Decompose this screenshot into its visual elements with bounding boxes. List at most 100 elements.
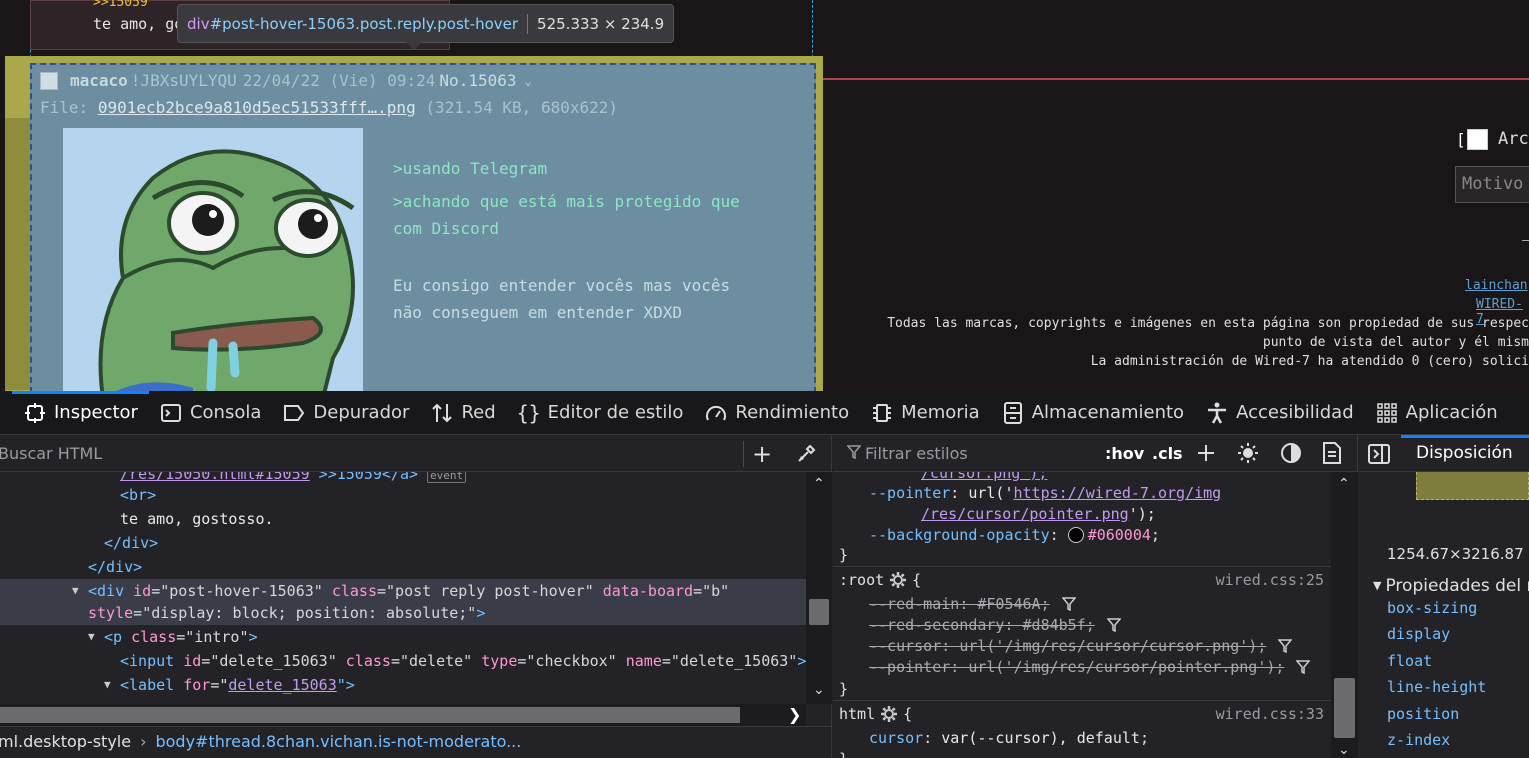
layout-property[interactable]: box-sizing bbox=[1387, 599, 1477, 617]
attr-name: id bbox=[174, 652, 202, 670]
expand-triangle-icon[interactable]: ▼ bbox=[104, 673, 111, 697]
scrollbar-thumb[interactable] bbox=[1334, 678, 1355, 738]
declaration-overridden[interactable]: --pointer: url('/img/res/cursor/pointer.… bbox=[833, 657, 1331, 678]
scroll-right-icon[interactable]: ❯ bbox=[788, 705, 801, 724]
breadcrumb-item[interactable]: ml.desktop-style bbox=[0, 732, 131, 751]
gear-icon[interactable] bbox=[890, 572, 907, 588]
search-html-input[interactable]: Buscar HTML bbox=[0, 444, 102, 463]
tab-accessibility[interactable]: Accesibilidad bbox=[1195, 391, 1365, 435]
markup-line[interactable]: ▼ <p class="intro"> bbox=[0, 625, 806, 649]
tooltip-selector: #post-hover-15063.post.reply.post-hover bbox=[209, 14, 519, 33]
property-name[interactable]: --background-opacity bbox=[869, 526, 1050, 544]
filter-icon[interactable] bbox=[1295, 659, 1312, 675]
filter-icon[interactable] bbox=[1277, 638, 1293, 654]
gear-icon[interactable] bbox=[881, 706, 898, 722]
layout-property[interactable]: line-height bbox=[1387, 678, 1486, 696]
property-name[interactable]: --pointer bbox=[869, 484, 950, 502]
layout-property[interactable]: float bbox=[1387, 652, 1432, 670]
attr-name: class bbox=[336, 652, 391, 670]
layout-property[interactable]: z-index bbox=[1387, 731, 1450, 749]
rule-selector[interactable]: html bbox=[839, 705, 875, 723]
tab-performance[interactable]: Rendimiento bbox=[694, 391, 860, 435]
add-node-icon[interactable]: + bbox=[752, 440, 772, 468]
rules-vertical-scrollbar[interactable]: ⌃ ⌄ bbox=[1331, 472, 1358, 758]
scroll-up-icon[interactable]: ⌃ bbox=[1338, 476, 1350, 492]
tab-storage[interactable]: Almacenamiento bbox=[991, 391, 1195, 435]
layout-property[interactable]: display bbox=[1387, 625, 1450, 643]
sidebar-toggle-icon[interactable] bbox=[1368, 444, 1390, 464]
chevron-down-icon[interactable]: ⌄ bbox=[524, 74, 531, 88]
markup-line[interactable]: </div> bbox=[0, 555, 806, 579]
url-link[interactable]: /res/cursor/pointer.png bbox=[921, 505, 1129, 523]
tab-style-editor[interactable]: {} Editor de estilo bbox=[507, 391, 695, 435]
post-date: 22/04/22 (Vie) 09:24 bbox=[242, 71, 436, 90]
filter-icon[interactable] bbox=[1061, 596, 1077, 612]
declaration[interactable]: --background-opacity: #060004; bbox=[833, 525, 1331, 546]
filter-styles-input[interactable]: Filtrar estilos bbox=[846, 444, 968, 463]
post-image[interactable] bbox=[63, 128, 363, 391]
rule-selector[interactable]: :root bbox=[839, 571, 884, 589]
attr-value: "post-hover-15063" bbox=[160, 582, 323, 600]
post-quote-link[interactable]: >>15059 bbox=[93, 0, 148, 10]
layout-property[interactable]: position bbox=[1387, 705, 1459, 723]
reason-input[interactable]: Motivo bbox=[1455, 166, 1529, 203]
markup-link[interactable]: /res/15050.html#15059 bbox=[120, 472, 310, 483]
declaration-overridden[interactable]: --red-secondary: #d84b5f; bbox=[833, 615, 1331, 636]
scrollbar-thumb[interactable] bbox=[0, 707, 740, 723]
scroll-up-icon[interactable]: ⌃ bbox=[813, 476, 825, 492]
tab-application[interactable]: Aplicación bbox=[1365, 391, 1509, 435]
tab-layout[interactable]: Disposición bbox=[1401, 435, 1529, 472]
tab-memory[interactable]: Memoria bbox=[860, 391, 991, 435]
markup-horizontal-scrollbar[interactable]: ❯ bbox=[0, 704, 806, 726]
tab-console[interactable]: Consola bbox=[149, 391, 272, 435]
expand-triangle-icon[interactable]: ▼ bbox=[88, 625, 95, 649]
tooltip-tag: div bbox=[187, 14, 210, 33]
declaration-overridden[interactable]: --red-main: #F0546A; bbox=[833, 594, 1331, 615]
light-theme-icon[interactable] bbox=[1237, 442, 1259, 464]
markup-line[interactable]: <br> bbox=[0, 483, 806, 507]
expand-triangle-icon[interactable]: ▼ bbox=[72, 579, 79, 603]
add-rule-icon[interactable] bbox=[1195, 442, 1217, 464]
tab-network[interactable]: Red bbox=[420, 391, 506, 435]
markup-vertical-scrollbar[interactable]: ⌃ ⌄ bbox=[806, 472, 832, 704]
attr-name: data-board bbox=[593, 582, 694, 600]
markup-line[interactable]: te amo, gostosso. bbox=[0, 507, 806, 531]
properties-heading[interactable]: ▼ Propiedades del m bbox=[1373, 576, 1529, 596]
tab-debugger[interactable]: Depurador bbox=[272, 391, 420, 435]
breadcrumb-item[interactable]: body#thread.8chan.vichan.is-not-moderato… bbox=[155, 732, 521, 751]
declaration[interactable]: cursor: var(--cursor), default; bbox=[833, 728, 1331, 749]
scrollbar-thumb[interactable] bbox=[809, 599, 829, 625]
eyedropper-icon[interactable] bbox=[796, 442, 818, 464]
cls-toggle[interactable]: .cls bbox=[1152, 444, 1183, 463]
filter-icon[interactable] bbox=[1106, 617, 1122, 633]
file-info: File: 0901ecb2bce9a810d5ec51533fff….png … bbox=[40, 98, 618, 117]
property-value[interactable]: var(--cursor), default bbox=[941, 729, 1140, 747]
event-badge[interactable]: event bbox=[427, 472, 467, 483]
declaration-overridden[interactable]: --cursor: url('/img/res/cursor/cursor.pn… bbox=[833, 636, 1331, 657]
property-name[interactable]: cursor bbox=[869, 729, 923, 747]
scroll-down-icon[interactable]: ⌄ bbox=[1338, 742, 1350, 758]
declaration[interactable]: --pointer: url('https://wired-7.org/img bbox=[833, 483, 1331, 504]
markup-line[interactable]: </div> bbox=[0, 531, 806, 555]
print-media-icon[interactable] bbox=[1322, 442, 1344, 464]
scroll-down-icon[interactable]: ⌄ bbox=[813, 682, 825, 698]
delete-checkbox[interactable] bbox=[40, 71, 58, 90]
tab-inspector[interactable]: Inspector bbox=[0, 390, 149, 435]
post-number[interactable]: No.15063 bbox=[439, 71, 516, 90]
markup-link[interactable]: delete_15063 bbox=[228, 676, 336, 694]
color-swatch[interactable] bbox=[1067, 527, 1084, 543]
file-link[interactable]: 0901ecb2bce9a810d5ec51533fff….png bbox=[98, 98, 416, 117]
markup-line[interactable]: <input id="delete_15063" class="delete" … bbox=[0, 649, 806, 673]
markup-line[interactable]: ▼ <label for="delete_15063"> bbox=[0, 673, 806, 697]
hov-toggle[interactable]: :hov bbox=[1105, 444, 1144, 463]
url-link[interactable]: /cursor.png'); bbox=[921, 472, 1047, 482]
property-value[interactable]: #060004 bbox=[1088, 526, 1151, 544]
url-link[interactable]: https://wired-7.org/img bbox=[1014, 484, 1222, 502]
stylesheet-link[interactable]: wired.css:25 bbox=[1216, 570, 1324, 591]
inspector-icon bbox=[24, 402, 46, 424]
archive-checkbox[interactable] bbox=[1467, 129, 1488, 150]
stylesheet-link[interactable]: wired.css:33 bbox=[1216, 704, 1324, 725]
dark-theme-icon[interactable] bbox=[1280, 442, 1302, 464]
footer-link-lainchan[interactable]: lainchan bbox=[1465, 278, 1528, 293]
markup-line-selected[interactable]: ▼ <div id="post-hover-15063" class="post… bbox=[0, 579, 806, 625]
